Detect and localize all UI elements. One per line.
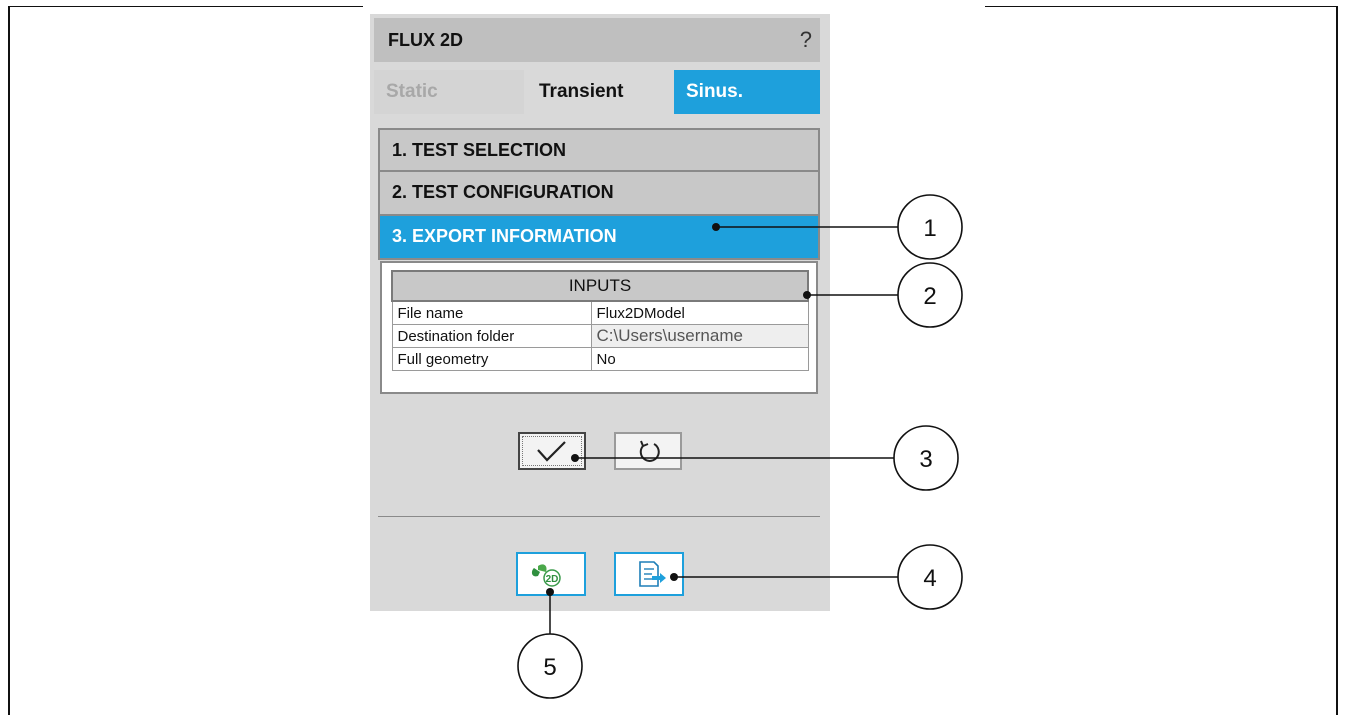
callout-3-label: 3 [919, 446, 932, 473]
callout-2-label: 2 [923, 283, 936, 310]
callout-5-label: 5 [543, 654, 556, 681]
callout-1-label: 1 [923, 215, 936, 242]
callout-layer: 1 2 3 4 5 [517, 194, 963, 699]
callout-4-label: 4 [923, 565, 936, 592]
